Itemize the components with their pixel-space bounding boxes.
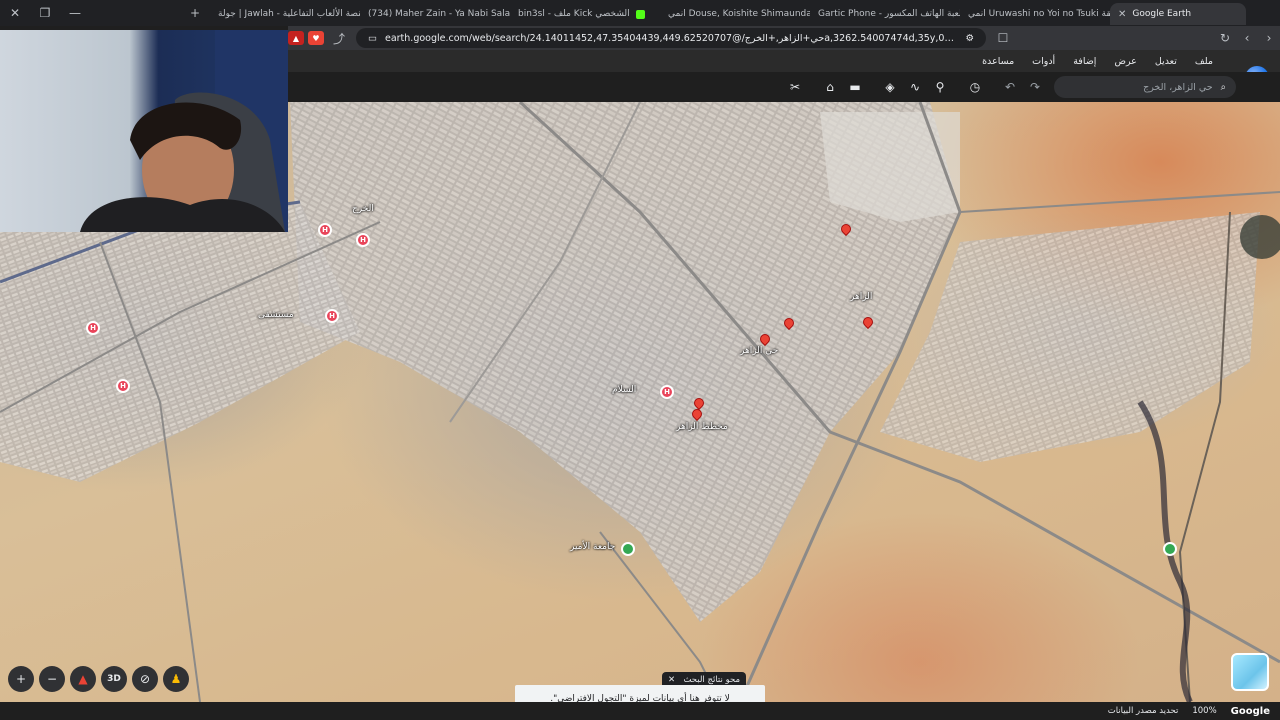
zoom-level: 100%	[1192, 706, 1217, 716]
menu-view[interactable]: عرض	[1105, 56, 1145, 67]
park-marker[interactable]	[1163, 542, 1177, 556]
webcam-person-image	[80, 30, 288, 232]
measure-icon[interactable]: ✂	[786, 78, 804, 96]
screenshot-icon[interactable]: ⌂	[821, 78, 839, 96]
address-bar-row: ▲ ♥ ⤴ ▭ earth.google.com/web/search/حي+ا…	[288, 26, 1280, 50]
layers-icon[interactable]: ◈	[881, 78, 899, 96]
hospital-marker[interactable]: H	[356, 233, 370, 247]
undo-icon[interactable]: ↶	[1001, 78, 1019, 96]
map-label: الخرج	[352, 204, 374, 214]
tab-youtube[interactable]: (734) Maher Zain - Ya Nabi Salam Al	[360, 3, 510, 25]
bookmark-icon[interactable]: ☐	[992, 27, 1014, 49]
status-bar: تحديد مصدر البيانات 100% Google	[0, 702, 1280, 720]
reload-icon[interactable]: ↻	[1214, 27, 1236, 49]
tab-anime-uruwashi[interactable]: انمي Uruwashi no Yoi no Tsuki الحلقة	[960, 3, 1110, 25]
restore-window-icon[interactable]: ❐	[30, 0, 60, 26]
zoom-out-button[interactable]: −	[39, 666, 65, 692]
search-input[interactable]: ⌕ حي الزاهر، الخرج	[1054, 76, 1236, 98]
place-pin-icon[interactable]: ⚲	[931, 78, 949, 96]
tab-gartic-phone[interactable]: Gartic Phone - لعبة الهاتف المكسور	[810, 3, 960, 25]
hospital-marker[interactable]: H	[116, 379, 130, 393]
tab-kick[interactable]: bin3sl - ملف Kick الشخصي	[510, 3, 660, 25]
ruler-icon[interactable]: ▬	[846, 78, 864, 96]
path-icon[interactable]: ∿	[906, 78, 924, 96]
url-field[interactable]: ▭ earth.google.com/web/search/حي+الزاهر,…	[356, 28, 986, 48]
map-label: مخطط الزاهر	[676, 422, 728, 432]
tab-anime-douse[interactable]: انمي Douse, Koishite Shimaunda ال	[660, 3, 810, 25]
map-style-thumbnail[interactable]	[1231, 653, 1269, 691]
hospital-marker[interactable]: H	[318, 223, 332, 237]
tab-favicon	[635, 9, 645, 19]
compass-icon[interactable]: ▲	[70, 666, 96, 692]
browser-tabbar: ✕ ❐ — + جولة | Jawlah - منصة الألعاب الت…	[0, 0, 1280, 26]
minimize-window-icon[interactable]: —	[60, 0, 90, 26]
site-info-icon[interactable]: ▭	[368, 33, 377, 44]
menu-add[interactable]: إضافة	[1064, 56, 1105, 67]
data-source-link[interactable]: تحديد مصدر البيانات	[1108, 706, 1179, 716]
close-tab-icon[interactable]: ✕	[1118, 9, 1126, 20]
toggle-3d-button[interactable]: 3D	[101, 666, 127, 692]
tune-icon[interactable]: ⚙	[965, 33, 974, 44]
close-window-icon[interactable]: ✕	[0, 0, 30, 26]
hospital-marker[interactable]: H	[660, 385, 674, 399]
zoom-in-button[interactable]: +	[8, 666, 34, 692]
redo-icon[interactable]: ↷	[1026, 78, 1044, 96]
map-label: جامعة الأمير	[570, 542, 616, 552]
park-marker[interactable]	[621, 542, 635, 556]
map-label: حي الزاهر	[740, 346, 779, 356]
share-icon[interactable]: ⤴	[328, 27, 350, 49]
menu-tools[interactable]: أدوات	[1023, 56, 1064, 67]
menu-help[interactable]: مساعدة	[973, 56, 1023, 67]
history-icon[interactable]: ◷	[966, 78, 984, 96]
map-label: السلام	[612, 385, 637, 395]
map-label: مستشفى	[258, 310, 294, 320]
extension-icon[interactable]: ▲	[288, 31, 304, 45]
extension-icon[interactable]: ♥	[308, 31, 324, 45]
back-icon[interactable]: ‹	[1236, 27, 1258, 49]
menu-file[interactable]: ملف	[1186, 56, 1222, 67]
forward-icon[interactable]: ›	[1258, 27, 1280, 49]
hospital-marker[interactable]: H	[325, 309, 339, 323]
map-label: الزاهر	[850, 292, 873, 302]
menu-edit[interactable]: تعديل	[1146, 56, 1186, 67]
tab-google-earth[interactable]: ✕ Google Earth	[1110, 3, 1246, 25]
map-controls: + − ▲ 3D ⊘ ♟	[8, 666, 189, 692]
google-attribution: Google	[1230, 705, 1270, 717]
hospital-marker[interactable]: H	[86, 321, 100, 335]
search-icon[interactable]: ⌕	[1221, 82, 1226, 93]
new-tab-icon[interactable]: +	[180, 0, 210, 26]
pegman-icon[interactable]: ♟	[163, 666, 189, 692]
tab-jawlah[interactable]: جولة | Jawlah - منصة الألعاب التفاعلية	[210, 3, 360, 25]
webcam-overlay	[0, 30, 288, 232]
no-location-icon[interactable]: ⊘	[132, 666, 158, 692]
close-icon[interactable]: ✕	[668, 675, 675, 685]
